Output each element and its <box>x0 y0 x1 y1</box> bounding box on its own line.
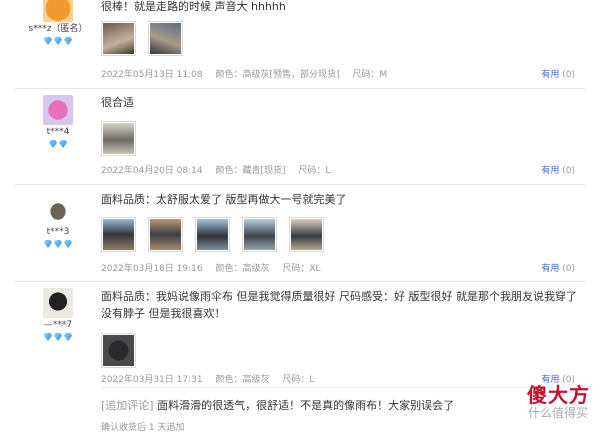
diamond-icon <box>44 37 52 45</box>
review-photo[interactable] <box>101 21 136 56</box>
review-size: 尺码：L <box>298 166 331 176</box>
append-tag: [追加评论] <box>101 399 154 412</box>
review-photo[interactable] <box>242 217 278 252</box>
user-info: —***7 <box>15 288 101 342</box>
review-item: s***z（匿名） 很棒！就是走路的时候 声音大 hhhhh 2022年05月1… <box>15 0 585 89</box>
diamond-icon <box>54 37 62 45</box>
review-photos <box>101 21 585 56</box>
member-level-diamonds <box>15 333 101 342</box>
useful-label: 有用 <box>541 70 560 80</box>
diamond-icon <box>49 140 57 148</box>
review-color: 颜色：藏青[现货] <box>215 166 286 176</box>
review-photo[interactable] <box>148 21 184 56</box>
member-level-diamonds <box>15 240 101 249</box>
watermark-sub: 什么值得买 <box>527 406 588 420</box>
review-size: 尺码：XL <box>282 264 321 274</box>
diamond-icon <box>44 240 52 248</box>
diamond-icon <box>54 333 62 341</box>
diamond-icon <box>54 240 62 248</box>
useful-button[interactable]: 有用 (0) <box>541 261 575 274</box>
review-photo[interactable] <box>195 217 231 252</box>
useful-count: (0) <box>562 166 575 176</box>
username: t***3 <box>46 227 70 237</box>
review-photo[interactable] <box>101 121 136 156</box>
review-content: 面料品质：太舒服太爱了 版型再做大一号就完美了 2022年03月18日 19:1… <box>101 185 585 274</box>
review-content: 很合适 2022年04月20日 08:14 颜色：藏青[现货] 尺码：L <box>101 89 585 176</box>
review-item: t***4 很合适 2022年04月20日 08:14 颜色：藏青[现货] 尺码… <box>15 89 585 185</box>
review-date: 2022年04月20日 08:14 <box>101 166 203 176</box>
review-meta: 2022年05月13日 11:08 颜色：高级灰[预售，部分现货] 尺码：M <box>101 67 397 80</box>
review-date: 2022年05月13日 11:08 <box>101 70 203 80</box>
review-color: 颜色：高级灰 <box>215 264 270 274</box>
review-meta: 2022年04月20日 08:14 颜色：藏青[现货] 尺码：L <box>101 163 340 176</box>
useful-button[interactable]: 有用 (0) <box>541 67 575 80</box>
review-text: 面料品质：太舒服太爱了 版型再做大一号就完美了 <box>101 193 347 206</box>
review-text: 面料品质：我妈说像雨伞布 但是我觉得质量很好 尺码感受：好 版型很好 就是那个我… <box>101 290 577 320</box>
review-size: 尺码：L <box>282 375 315 385</box>
avatar[interactable] <box>43 288 73 318</box>
useful-label: 有用 <box>541 264 560 274</box>
review-text: 很合适 <box>101 96 134 109</box>
review-content: 很棒！就是走路的时候 声音大 hhhhh 2022年05月13日 11:08 颜… <box>101 0 585 80</box>
member-level-diamonds <box>15 37 101 46</box>
diamond-icon <box>64 37 72 45</box>
review-meta: 2022年03月31日 17:31 颜色：高级灰 尺码：L <box>101 372 324 385</box>
user-info: t***4 <box>15 95 101 149</box>
append-review: [追加评论] 面料滑滑的很透气，很舒适！不是真的像雨布！大家别误会了 <box>101 397 454 413</box>
useful-count: (0) <box>562 70 575 80</box>
review-content: 面料品质：我妈说像雨伞布 但是我觉得质量很好 尺码感受：好 版型很好 就是那个我… <box>101 282 585 385</box>
review-date: 2022年03月31日 17:31 <box>101 375 203 385</box>
review-size: 尺码：M <box>352 70 388 80</box>
review-photos <box>101 217 585 252</box>
useful-count: (0) <box>562 264 575 274</box>
user-info: s***z（匿名） <box>15 0 101 46</box>
username: —***7 <box>43 320 73 330</box>
review-photo[interactable] <box>101 333 136 368</box>
avatar[interactable] <box>43 0 73 22</box>
review-photos <box>101 333 585 368</box>
review-item: t***3 面料品质：太舒服太爱了 版型再做大一号就完美了 2022年03月18… <box>15 185 585 282</box>
review-photos <box>101 121 585 156</box>
review-photo[interactable] <box>148 217 184 252</box>
review-color: 颜色：高级灰 <box>215 375 270 385</box>
avatar[interactable] <box>43 195 73 225</box>
username: t***4 <box>46 127 70 137</box>
review-date: 2022年03月18日 19:16 <box>101 264 203 274</box>
avatar[interactable] <box>43 95 73 125</box>
user-info: t***3 <box>15 195 101 249</box>
diamond-icon <box>44 333 52 341</box>
append-sub: 确认收货后 1 天追加 <box>101 423 185 433</box>
diamond-icon <box>59 140 67 148</box>
diamond-icon <box>64 240 72 248</box>
review-color: 颜色：高级灰[预售，部分现货] <box>215 70 340 80</box>
append-text: 面料滑滑的很透气，很舒适！不是真的像雨布！大家别误会了 <box>157 399 455 412</box>
review-meta: 2022年03月18日 19:16 颜色：高级灰 尺码：XL <box>101 261 331 274</box>
useful-label: 有用 <box>541 166 560 176</box>
username: s***z（匿名） <box>28 24 88 34</box>
member-level-diamonds <box>15 140 101 149</box>
review-photo[interactable] <box>289 217 325 252</box>
useful-button[interactable]: 有用 (0) <box>541 163 575 176</box>
review-item: —***7 面料品质：我妈说像雨伞布 但是我觉得质量很好 尺码感受：好 版型很好… <box>15 282 585 442</box>
diamond-icon <box>64 333 72 341</box>
review-text: 很棒！就是走路的时候 声音大 hhhhh <box>101 0 286 13</box>
review-photo[interactable] <box>101 217 136 252</box>
append-divider <box>101 387 585 388</box>
